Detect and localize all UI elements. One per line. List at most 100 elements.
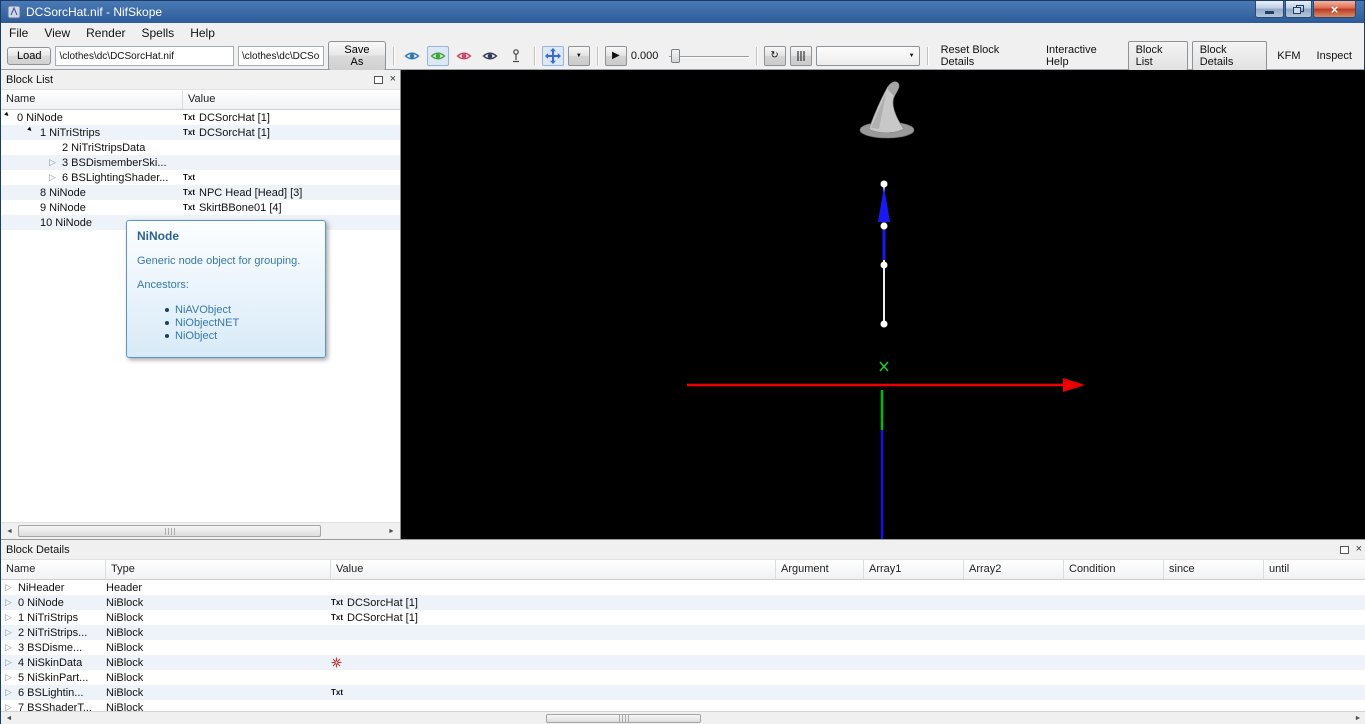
list-item[interactable]: 2 NiTriStripsData [1,140,400,155]
list-item[interactable]: 8 NiNode Txt NPC Head [Head] [3] [1,185,400,200]
column-header[interactable]: Condition [1064,560,1164,579]
separator [926,47,928,65]
column-header[interactable]: since [1164,560,1264,579]
expander-icon[interactable]: ▷ [5,657,18,668]
slider-knob[interactable] [670,49,680,63]
kfm-button[interactable]: KFM [1271,47,1306,65]
column-header[interactable]: until [1264,560,1365,579]
horizontal-scrollbar[interactable]: ◄ ► [1,711,1365,724]
expander-icon[interactable]: ▷ [5,687,18,698]
panel-title: Block List [6,73,54,86]
float-panel-icon[interactable] [1339,545,1349,554]
list-item[interactable]: ▸ 0 NiNode Txt DCSorcHat [1] [1,110,400,125]
scrollbar-thumb[interactable] [18,525,321,537]
block-details-header: Name Type Value Argument Array1 Array2 C… [1,560,1365,580]
expander-icon[interactable]: ▷ [5,627,18,638]
table-row[interactable]: ▷ NiHeader Header [1,580,1365,595]
expander-icon[interactable]: ▷ [5,672,18,683]
close-panel-icon[interactable]: × [1356,544,1362,555]
block-value: NPC Head [Head] [3] [199,186,303,199]
column-header-name[interactable]: Name [1,90,183,109]
table-row[interactable]: ▷ 3 BSDisme... NiBlock [1,640,1365,655]
expander-icon[interactable]: ▷ [49,172,62,183]
close-button[interactable]: × [1313,1,1356,18]
column-header[interactable]: Name [1,560,106,579]
txt-icon: Txt [331,613,343,622]
list-item[interactable]: ▸ 1 NiTriStrips Txt DCSorcHat [1] [1,125,400,140]
column-header[interactable]: Value [331,560,776,579]
minimize-button[interactable] [1255,1,1284,18]
eye-green-icon[interactable] [426,46,449,66]
play-icon: ▶ [612,50,620,61]
scroll-right-icon[interactable]: ► [383,523,400,539]
column-header[interactable]: Type [106,560,331,579]
scroll-left-icon[interactable]: ◄ [1,523,18,539]
expander-icon[interactable]: ▷ [5,612,18,623]
timeline-slider[interactable] [668,47,749,65]
expander-icon[interactable]: ▷ [49,157,62,168]
move-arrows-icon[interactable] [541,46,564,66]
column-header-value[interactable]: Value [183,90,400,109]
list-item[interactable]: ▷ 6 BSLightingShader... Txt [1,170,400,185]
frames-button[interactable] [789,46,812,66]
menu-render[interactable]: Render [78,24,133,42]
block-details-toggle[interactable]: Block Details [1191,41,1268,71]
open-path-field[interactable] [55,46,235,66]
table-row[interactable]: ▷ 2 NiTriStrips... NiBlock [1,625,1365,640]
table-row[interactable]: ▷ 1 NiTriStrips NiBlock Txt DCSorcHat [1] [1,610,1365,625]
menu-file[interactable]: File [1,24,36,42]
eye-red-icon[interactable] [453,46,475,66]
table-row[interactable]: ▷ 5 NiSkinPart... NiBlock [1,670,1365,685]
expander-icon[interactable]: ▸ [3,110,19,125]
expander-icon[interactable]: ▷ [5,702,18,711]
block-name: 10 NiNode [40,216,92,229]
close-panel-icon[interactable]: × [390,74,396,85]
save-path-field[interactable] [238,46,325,66]
reset-block-details-button[interactable]: Reset Block Details [935,41,1036,71]
list-item: NiObject [165,330,315,342]
menu-help[interactable]: Help [182,24,223,42]
block-name: 8 NiNode [40,186,86,199]
horizontal-scrollbar[interactable]: ◄ ► [1,522,400,539]
table-row[interactable]: ▷ 6 BSLightin... NiBlock Txt [1,685,1365,700]
play-button[interactable]: ▶ [604,46,627,66]
list-item[interactable]: ▷ 3 BSDismemberSki... [1,155,400,170]
inspect-button[interactable]: Inspect [1311,47,1358,65]
expander-icon[interactable]: ▷ [5,582,18,593]
table-row[interactable]: ▷ 4 NiSkinData NiBlock [1,655,1365,670]
eye-blue-icon[interactable] [401,46,423,66]
panel-title: Block Details [6,543,70,556]
load-button[interactable]: Load [7,47,52,65]
column-header[interactable]: Array1 [864,560,964,579]
table-row[interactable]: ▷ 0 NiNode NiBlock Txt DCSorcHat [1] [1,595,1365,610]
scroll-right-icon[interactable]: ► [1350,712,1365,724]
eye-dark-icon[interactable] [479,46,501,66]
list-item[interactable]: 9 NiNode Txt SkirtBBone01 [4] [1,200,400,215]
viewport-3d[interactable] [401,70,1365,539]
menu-view[interactable]: View [36,24,78,42]
block-details-dock-title[interactable]: Block Details × [1,540,1365,560]
maximize-button[interactable] [1285,1,1312,18]
expander-icon[interactable]: ▷ [5,597,18,608]
markers-icon[interactable] [505,46,527,66]
hat-mesh [859,81,915,139]
loop-button[interactable]: ↻ [763,46,786,66]
expander-icon[interactable]: ▸ [26,125,42,140]
interactive-help-button[interactable]: Interactive Help [1040,41,1124,71]
column-header[interactable]: Array2 [964,560,1064,579]
title-bar[interactable]: DCSorcHat.nif - NifSkope × [1,1,1364,23]
transform-dropdown[interactable]: ▼ [567,46,590,66]
menu-spells[interactable]: Spells [134,24,183,42]
scroll-left-icon[interactable]: ◄ [1,712,17,724]
block-name: 9 NiNode [40,201,86,214]
block-list-toggle[interactable]: Block List [1127,41,1188,71]
table-row[interactable]: ▷ 7 BSShaderT... NiBlock [1,700,1365,712]
expander-icon[interactable]: ▷ [5,642,18,653]
block-list-dock-title[interactable]: Block List × [1,70,400,90]
save-as-button[interactable]: Save As [328,41,386,71]
column-header[interactable]: Argument [776,560,864,579]
float-panel-icon[interactable] [373,75,383,84]
txt-icon: Txt [331,598,343,607]
animation-combo[interactable]: ▼ [815,46,920,66]
scrollbar-thumb[interactable] [546,714,701,723]
